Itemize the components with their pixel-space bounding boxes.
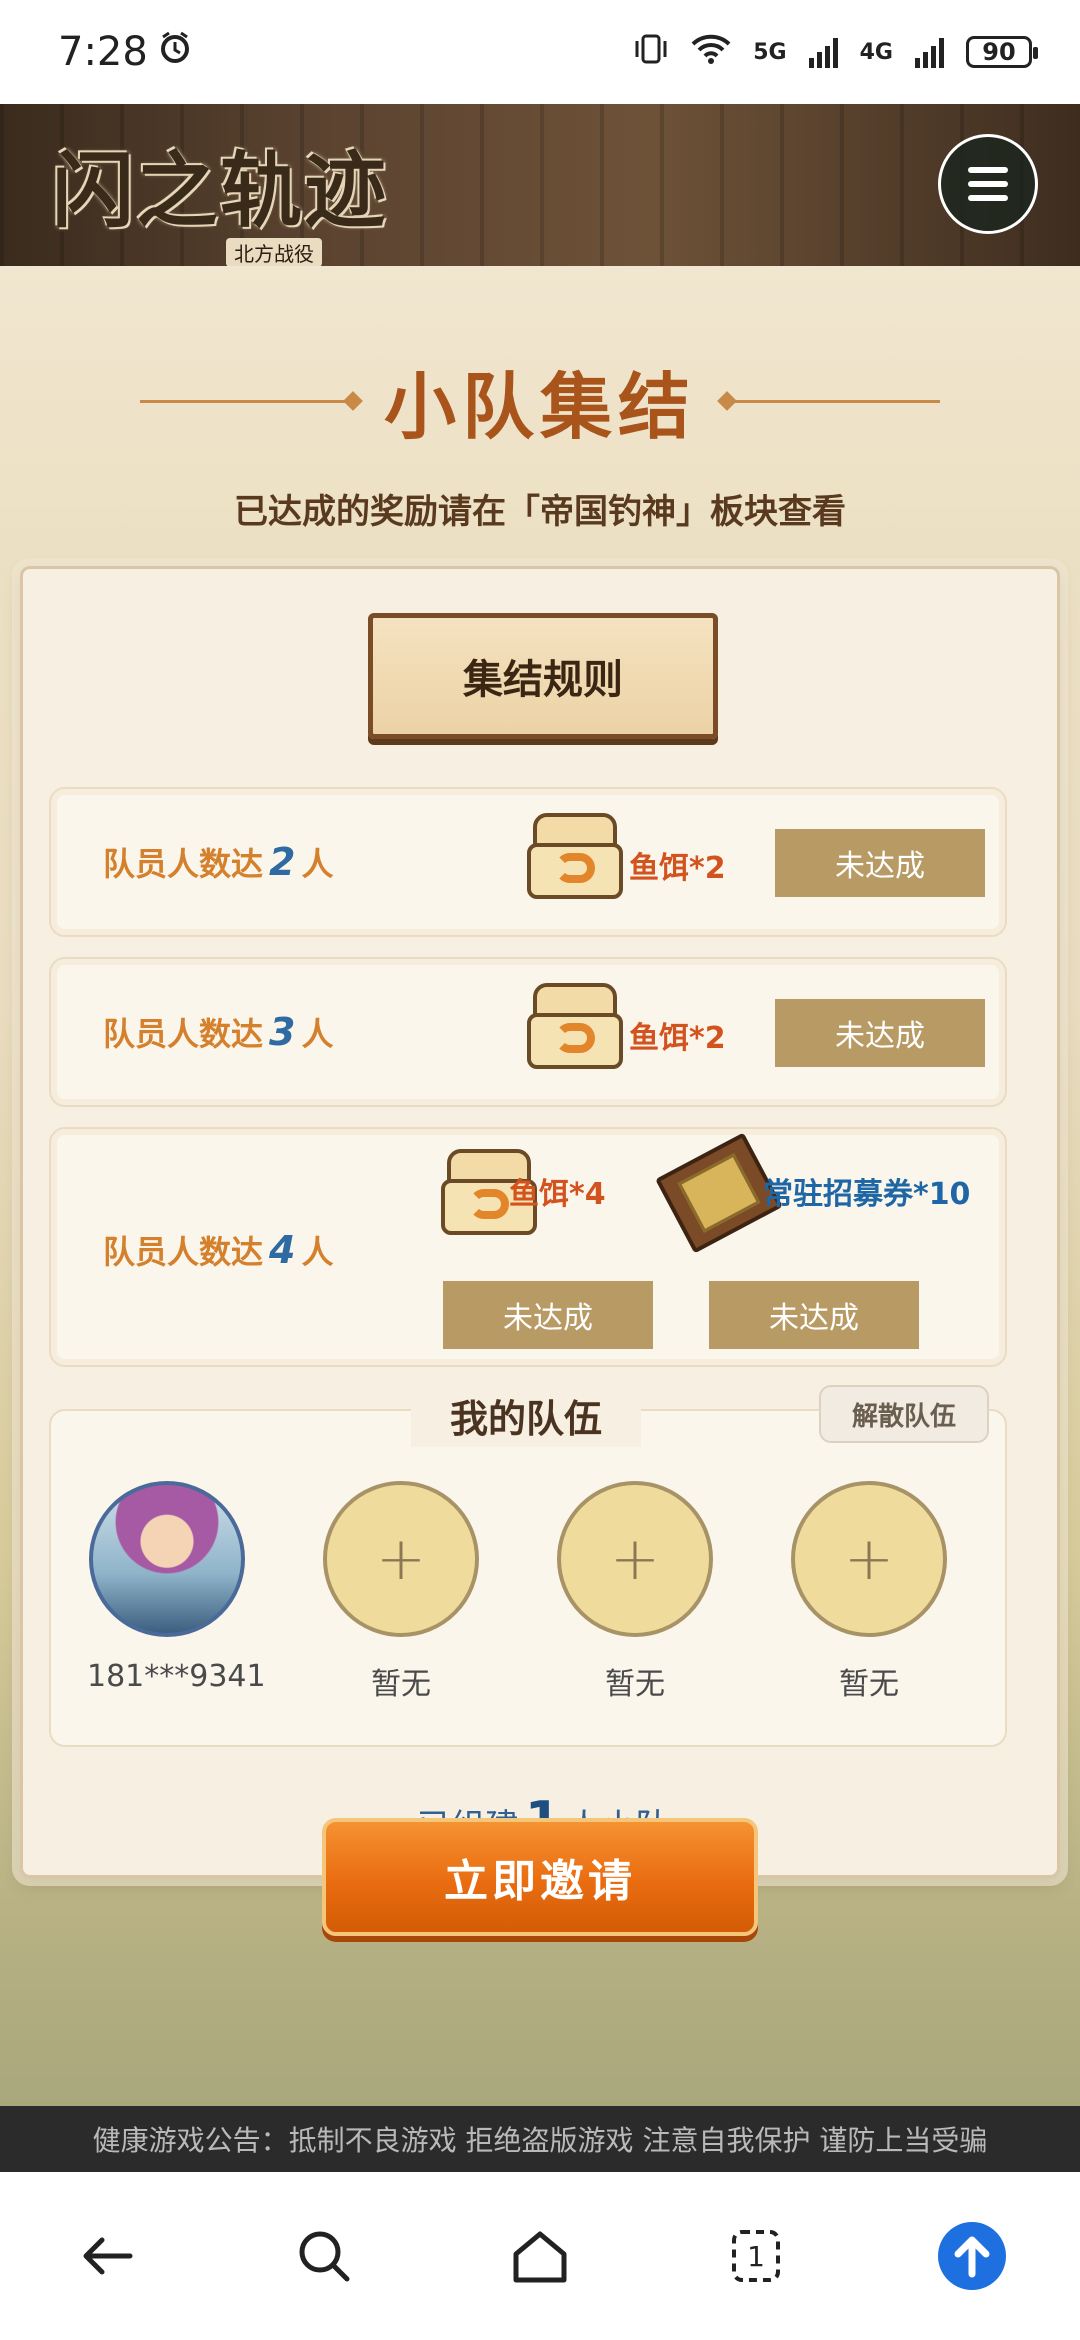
status-bar: 7:28 5G 4G 90: [0, 0, 1080, 104]
reward-status-button[interactable]: 未达成: [443, 1281, 653, 1349]
browser-bottom-nav: 1: [0, 2172, 1080, 2340]
bait-chest-icon: [527, 813, 623, 899]
signal-4g-icon: [915, 36, 944, 68]
battery-level: 90: [982, 38, 1016, 66]
team-title: 我的队伍: [411, 1383, 641, 1447]
reward-label: 鱼饵*4: [509, 1177, 606, 1212]
title-ornament-right: [720, 394, 940, 408]
rule-card-4: 队员人数达 4 人 鱼饵*4 常驻招募券*10 未达成 未达成: [49, 1127, 1007, 1367]
reward-label: 常驻招募券*10: [763, 1177, 971, 1212]
page-title: 小队集结: [383, 364, 696, 449]
tabs-icon[interactable]: 1: [711, 2211, 801, 2301]
search-icon[interactable]: [279, 2211, 369, 2301]
rule-label: 队员人数达 3 人: [103, 1010, 334, 1054]
rule-label: 队员人数达 2 人: [103, 840, 334, 884]
tab-count: 1: [747, 2240, 765, 2273]
clock: 7:28: [58, 29, 148, 75]
game-logo[interactable]: 闪之轨迹: [52, 124, 388, 243]
event-scene: 小队集结 已达成的奖励请在「帝国钓神」板块查看 集结规则 队员人数达 2 人 鱼饵*…: [0, 266, 1080, 2106]
member-name: 181***9341: [87, 1659, 266, 1694]
menu-icon-bar: [968, 167, 1008, 173]
title-ornament-left: [139, 394, 360, 408]
rule-card-2: 队员人数达 2 人 鱼饵*2 未达成: [49, 787, 1007, 937]
battery-icon: 90: [966, 36, 1038, 68]
member-name: 暂无: [605, 1667, 665, 1702]
home-icon[interactable]: [495, 2211, 585, 2301]
reward-status-button[interactable]: 未达成: [709, 1281, 919, 1349]
member-name: 暂无: [371, 1667, 431, 1702]
invite-button[interactable]: 立即邀请: [322, 1818, 758, 1936]
vibrate-icon: [633, 33, 669, 71]
game-logo-subtitle: 北方战役: [226, 238, 322, 266]
signal-5g-label: 5G: [753, 39, 787, 65]
reward-status-button[interactable]: 未达成: [775, 999, 985, 1067]
rules-panel: 集结规则 队员人数达 2 人 鱼饵*2 未达成 队员人数达 3 人 鱼饵*2 未达成 队…: [20, 566, 1060, 1878]
reward-label: 鱼饵*2: [629, 1021, 726, 1056]
menu-icon-bar: [968, 195, 1008, 201]
reward-status-button[interactable]: 未达成: [775, 829, 985, 897]
signal-4g-label: 4G: [859, 39, 893, 65]
team-slot[interactable]: + 暂无: [789, 1481, 949, 1703]
rule-card-3: 队员人数达 3 人 鱼饵*2 未达成: [49, 957, 1007, 1107]
team-member: 181***9341: [87, 1481, 266, 1694]
scroll-top-icon[interactable]: [927, 2211, 1017, 2301]
disband-team-button[interactable]: 解散队伍: [819, 1385, 989, 1443]
bait-chest-icon: [527, 983, 623, 1069]
member-name: 暂无: [839, 1667, 899, 1702]
page-subtitle: 已达成的奖励请在「帝国钓神」板块查看: [234, 492, 846, 532]
menu-button[interactable]: [938, 134, 1038, 234]
rule-label: 队员人数达 4 人: [103, 1228, 334, 1272]
title-row: 小队集结: [0, 348, 1080, 453]
back-icon[interactable]: [63, 2211, 153, 2301]
avatar: [89, 1481, 245, 1637]
add-member-icon[interactable]: +: [791, 1481, 947, 1637]
team-slot[interactable]: + 暂无: [321, 1481, 481, 1703]
wifi-icon: [691, 34, 731, 70]
rules-badge: 集结规则: [368, 613, 718, 739]
my-team-card: 我的队伍 解散队伍 181***9341 + 暂无 + 暂无 + 暂无: [49, 1383, 1007, 1747]
health-notice: 健康游戏公告：抵制不良游戏 拒绝盗版游戏 注意自我保护 谨防上当受骗: [0, 2106, 1080, 2172]
add-member-icon[interactable]: +: [557, 1481, 713, 1637]
menu-icon-bar: [968, 181, 1008, 187]
reward-label: 鱼饵*2: [629, 851, 726, 886]
team-slot[interactable]: + 暂无: [555, 1481, 715, 1703]
game-header: 闪之轨迹 北方战役: [0, 104, 1080, 266]
signal-5g-icon: [808, 36, 838, 68]
add-member-icon[interactable]: +: [323, 1481, 479, 1637]
alarm-icon: [158, 29, 192, 75]
